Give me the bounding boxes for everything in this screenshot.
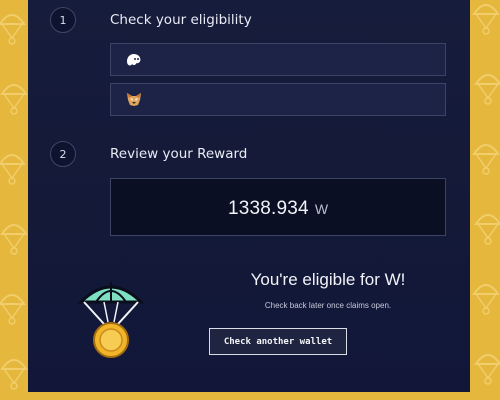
reward-amount: 1338.934 <box>227 198 309 219</box>
step-2-number: 2 <box>59 147 67 161</box>
metamask-fox-icon <box>126 92 142 108</box>
step-1-title: Check your eligibility <box>110 12 252 28</box>
step-2-title: Review your Reward <box>110 146 248 162</box>
check-another-wallet-button[interactable]: Check another wallet <box>209 328 347 355</box>
eligibility-panel: 1 Check your eligibility 2 Review your R… <box>28 0 470 392</box>
eligibility-result-title: You're eligible for W! <box>250 270 406 289</box>
wallet-row-metamask[interactable] <box>110 83 446 116</box>
page: 1 Check your eligibility 2 Review your R… <box>0 0 500 400</box>
reward-unit: W <box>314 201 329 217</box>
step-1-badge: 1 <box>50 7 76 33</box>
eligibility-result-subtitle: Check back later once claims open. <box>264 301 392 310</box>
step-1-number: 1 <box>59 13 67 27</box>
reward-display: 1338.934 W <box>110 178 446 236</box>
phantom-ghost-icon <box>126 52 142 68</box>
parachute-medal-icon <box>77 282 145 358</box>
wallet-row-phantom[interactable] <box>110 43 446 76</box>
step-2-badge: 2 <box>50 141 76 167</box>
